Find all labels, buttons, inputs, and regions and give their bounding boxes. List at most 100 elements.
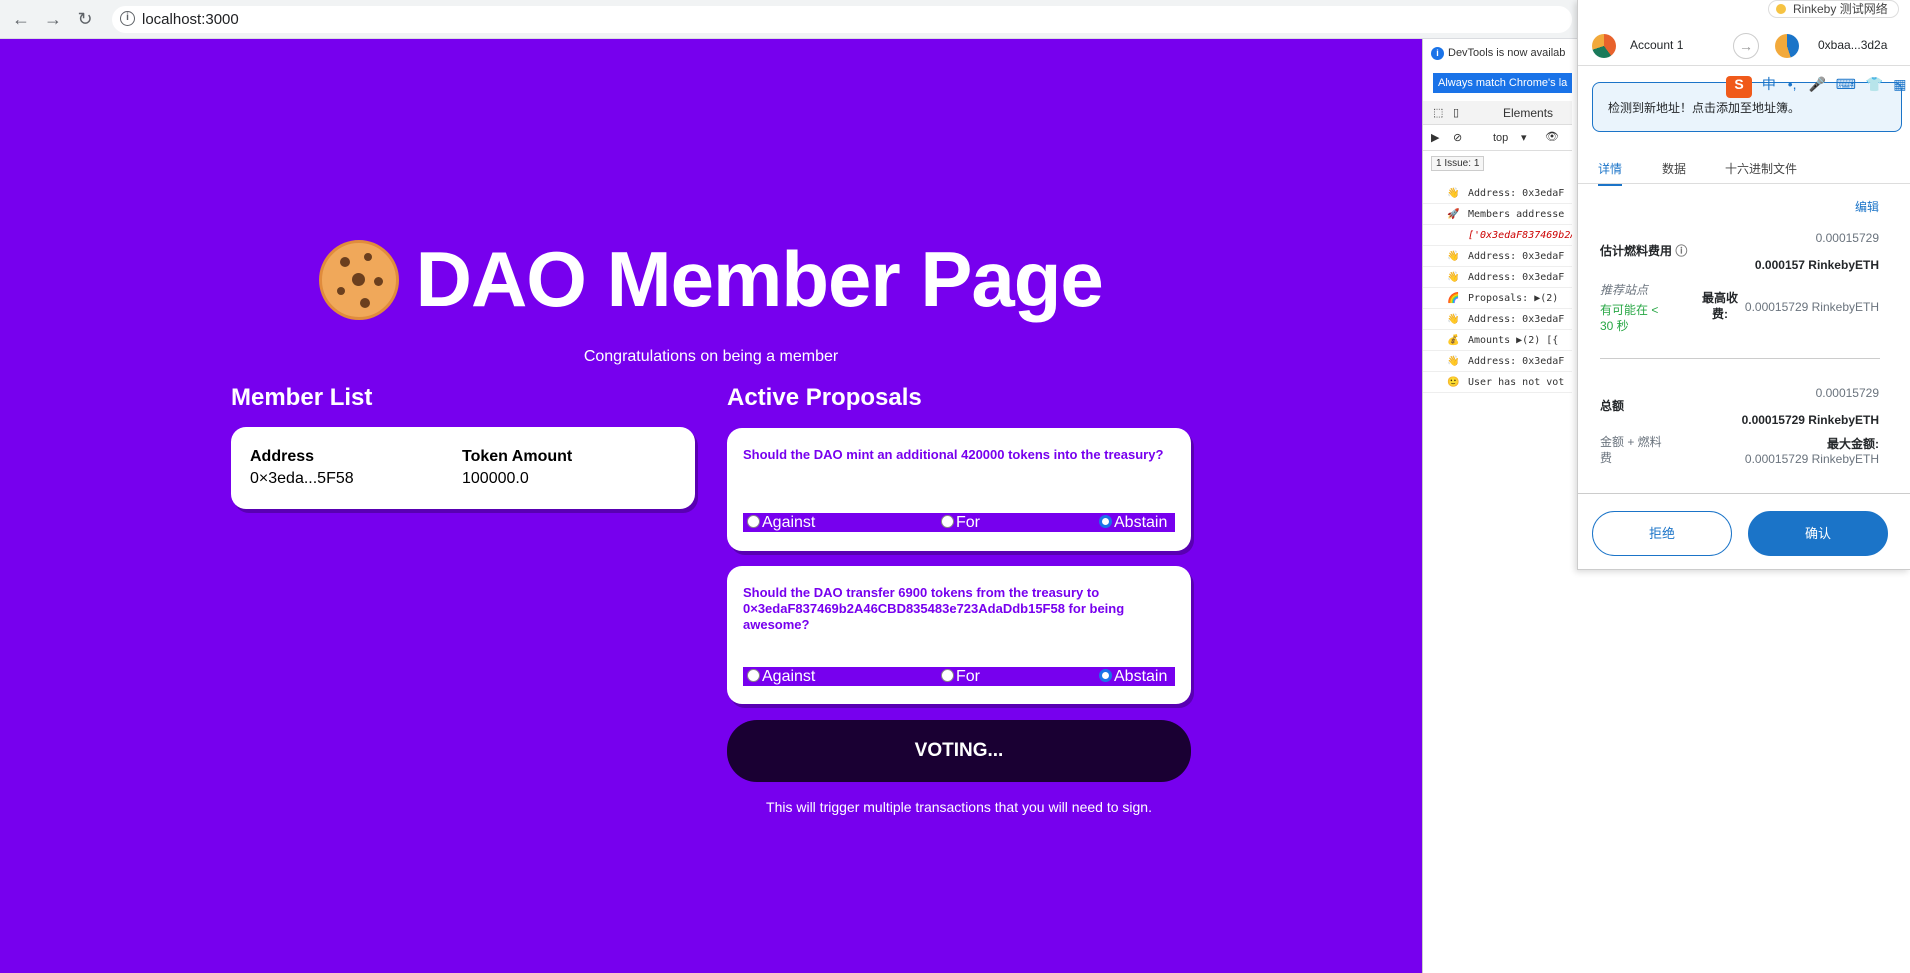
vote-option-against[interactable]: Against (747, 667, 815, 686)
keyboard-icon[interactable]: ⌨ (1836, 76, 1856, 92)
member-token-amount: 100000.0 (462, 470, 529, 487)
metamask-popup: Rinkeby 测试网络 Account 1 → 0xbaa...3d2a 检测… (1577, 0, 1910, 570)
recipient-avatar (1775, 34, 1799, 58)
console-log-row: 👋 Address: 0x3edaF (1423, 184, 1572, 204)
log-text: Address: 0x3edaF (1468, 251, 1565, 262)
dropdown-icon[interactable]: ▾ (1521, 131, 1527, 144)
console-log-row: 💰 Amounts ▶(2) [{ (1423, 331, 1572, 351)
devtools-tabs: ⬚ ▯ Elements (1423, 101, 1572, 125)
log-text: ['0x3edaF837469b2A (1468, 230, 1572, 241)
account-avatar (1592, 34, 1616, 58)
sidebar-toggle-icon[interactable]: ▶ (1431, 131, 1439, 144)
column-header-token-amount: Token Amount (462, 448, 573, 465)
estimated-time: 有可能在 < 30 秒 (1600, 303, 1659, 333)
page-subtitle: Congratulations on being a member (583, 348, 839, 365)
edit-link[interactable]: 编辑 (1855, 198, 1879, 215)
eye-icon[interactable]: 👁 (1545, 130, 1559, 143)
log-text: Address: 0x3edaF (1468, 272, 1565, 283)
network-badge[interactable]: Rinkeby 测试网络 (1768, 0, 1899, 18)
tab-details[interactable]: 详情 (1598, 160, 1623, 186)
skin-icon[interactable]: 👕 (1866, 76, 1883, 92)
dao-page: DAO Member Page Congratulations on being… (0, 39, 1422, 973)
log-text: User has not vot (1468, 377, 1565, 388)
log-emoji: 🌈 (1447, 293, 1460, 304)
console-log-row: 🙂 User has not vot (1423, 373, 1572, 393)
account-name: Account 1 (1630, 38, 1684, 52)
arrow-right-icon: → (1733, 33, 1759, 59)
log-text: Address: 0x3edaF (1468, 356, 1565, 367)
page-title: DAO Member Page (415, 235, 1104, 323)
total-small: 0.00015729 (1815, 386, 1879, 400)
vote-options: Against For Abstain (743, 667, 1175, 686)
tab-hex[interactable]: 十六进制文件 (1725, 160, 1797, 177)
log-text: Amounts ▶(2) [{ (1468, 335, 1559, 346)
radio-against[interactable] (747, 669, 760, 682)
radio-for[interactable] (941, 669, 954, 682)
tab-data[interactable]: 数据 (1662, 160, 1686, 177)
sign-hint: This will trigger multiple transactions … (766, 799, 1152, 815)
vote-option-abstain[interactable]: Abstain (1099, 667, 1167, 686)
site-info-icon[interactable]: i (120, 11, 135, 26)
log-text: Address: 0x3edaF (1468, 188, 1565, 199)
vote-option-abstain[interactable]: Abstain (1099, 513, 1167, 532)
address-bar[interactable]: i localhost:3000 (112, 6, 1572, 33)
radio-for[interactable] (941, 515, 954, 528)
issues-badge[interactable]: 1 Issue: 1 (1431, 156, 1485, 171)
device-toggle-icon[interactable]: ▯ (1453, 106, 1459, 119)
log-emoji: 👋 (1447, 251, 1460, 262)
details-tabs: 详情 数据 十六进制文件 (1578, 152, 1910, 186)
confirm-button[interactable]: 确认 (1748, 511, 1888, 556)
console-log-row: 🌈 Proposals: ▶(2) (1423, 289, 1572, 309)
back-arrow-icon[interactable]: ← (10, 8, 32, 30)
vote-option-for[interactable]: For (941, 667, 980, 686)
max-fee-value: 0.00015729 RinkebyETH (1744, 300, 1879, 314)
log-text: Address: 0x3edaF (1468, 314, 1565, 325)
always-match-button[interactable]: Always match Chrome's la (1433, 73, 1572, 93)
site-suggested-label[interactable]: 推荐站点 (1600, 281, 1648, 298)
proposal-card: Should the DAO mint an additional 420000… (727, 428, 1191, 551)
column-header-address: Address (250, 448, 315, 465)
log-emoji: 🚀 (1447, 209, 1460, 220)
reload-icon[interactable]: ↻ (74, 8, 96, 30)
member-table: Address Token Amount 0×3eda...5F58 10000… (231, 427, 695, 509)
issue-count: 1 (1473, 158, 1480, 169)
log-emoji: 👋 (1447, 314, 1460, 325)
console-log-row: 👋 Address: 0x3edaF (1423, 268, 1572, 288)
max-fee-label: 最高收费: (1701, 291, 1738, 321)
context-select[interactable]: top (1493, 132, 1508, 144)
gas-fee-value: 0.000157 RinkebyETH (1754, 258, 1879, 272)
grid-icon[interactable]: ▦ (1893, 76, 1906, 92)
active-proposals-heading: Active Proposals (727, 384, 922, 411)
tab-elements[interactable]: Elements (1503, 106, 1553, 120)
radio-abstain-selected[interactable] (1099, 669, 1112, 682)
log-emoji: 🙂 (1447, 377, 1460, 388)
punctuation-icon[interactable]: •, (1788, 76, 1797, 92)
chinese-mode-icon[interactable]: 中 (1762, 76, 1776, 92)
proposal-card: Should the DAO transfer 6900 tokens from… (727, 566, 1191, 704)
console-log-row: 👋 Address: 0x3edaF (1423, 310, 1572, 330)
member-list-heading: Member List (231, 384, 373, 411)
voting-button[interactable]: VOTING... (727, 720, 1191, 782)
vote-option-for[interactable]: For (941, 513, 980, 532)
log-emoji: 👋 (1447, 272, 1460, 283)
log-emoji: 👋 (1447, 188, 1460, 199)
total-value: 0.00015729 RinkebyETH (1741, 413, 1879, 427)
clear-console-icon[interactable]: ⊘ (1453, 131, 1462, 144)
radio-abstain-selected[interactable] (1099, 515, 1112, 528)
info-icon[interactable]: ⓘ (1675, 244, 1687, 258)
reject-button[interactable]: 拒绝 (1592, 511, 1732, 556)
radio-against[interactable] (747, 515, 760, 528)
inspect-icon[interactable]: ⬚ (1433, 106, 1443, 119)
sogou-icon[interactable]: S (1726, 76, 1752, 98)
devtools-panel: i DevTools is now availab Always match Ch… (1422, 39, 1572, 973)
vote-option-against[interactable]: Against (747, 513, 815, 532)
divider (1578, 493, 1910, 494)
devtools-info: i DevTools is now availab (1431, 47, 1565, 60)
microphone-icon[interactable]: 🎤 (1808, 76, 1825, 92)
forward-arrow-icon[interactable]: → (42, 8, 64, 30)
recipient-address[interactable]: 0xbaa...3d2a (1818, 38, 1887, 52)
ime-toolbar: S 中 •, 🎤 ⌨ 👕 ▦ (1726, 74, 1906, 98)
console-toolbar: ▶ ⊘ top ▾ 👁 (1423, 127, 1572, 151)
console-log-row: 👋 Address: 0x3edaF (1423, 352, 1572, 372)
member-address: 0×3eda...5F58 (250, 470, 354, 487)
